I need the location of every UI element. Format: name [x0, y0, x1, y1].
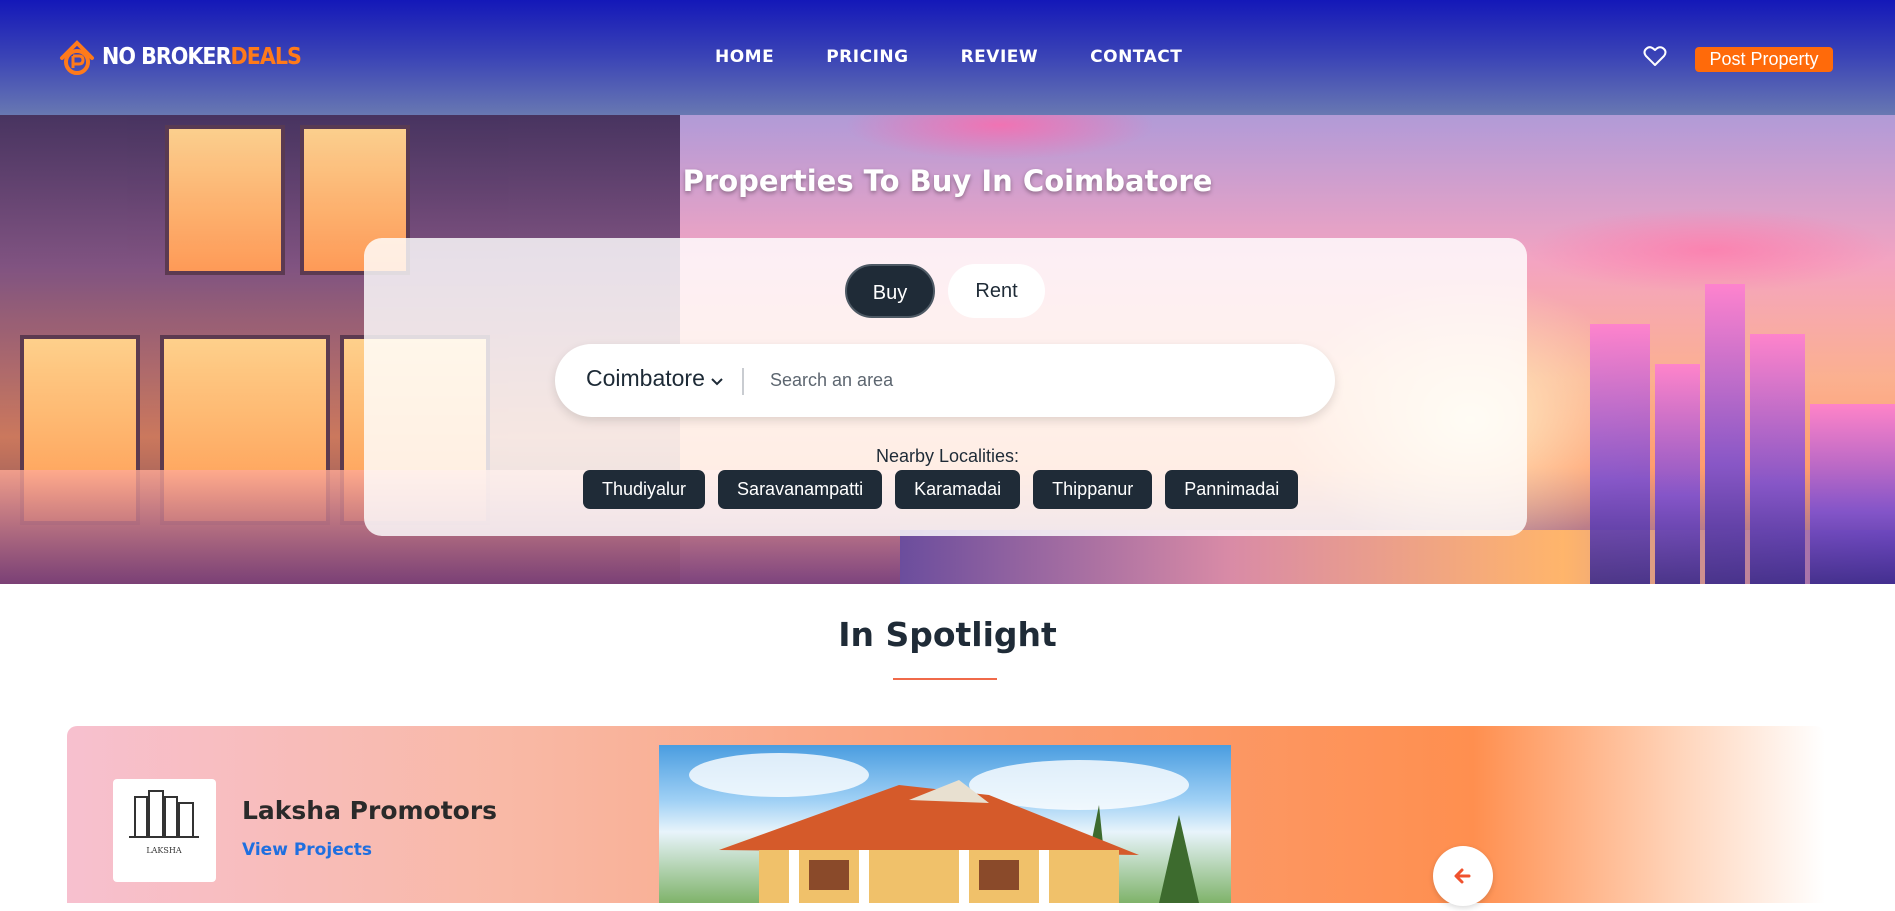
arrow-left-icon: [1454, 868, 1471, 884]
builder-logo: LAKSHA: [113, 779, 216, 882]
heading-underline: [893, 678, 997, 680]
logo-text: NO BROKERDEALS: [102, 44, 302, 70]
svg-text:LAKSHA: LAKSHA: [146, 846, 182, 855]
nav-review-link[interactable]: REVIEW: [961, 47, 1039, 67]
hero-skyline: [1810, 404, 1895, 584]
tab-rent[interactable]: Rent: [948, 264, 1045, 318]
tab-buy[interactable]: Buy: [845, 264, 935, 318]
carousel-prev-button[interactable]: [1433, 846, 1493, 906]
locality-chip-saravanampatti[interactable]: Saravanampatti: [718, 470, 883, 509]
chevron-down-icon: [711, 365, 723, 392]
view-projects-link[interactable]: View Projects: [242, 840, 372, 860]
nav-home-link[interactable]: HOME: [715, 47, 774, 67]
nearby-localities-label: Nearby Localities:: [875, 446, 1020, 466]
search-divider: [742, 368, 744, 395]
builder-name: Laksha Promotors: [242, 796, 498, 825]
hero-skyline: [1705, 284, 1745, 584]
city-select[interactable]: Coimbatore: [586, 365, 723, 392]
builder-logo-image: LAKSHA: [129, 790, 199, 855]
top-navbar: NO BROKERDEALS HOME PRICING REVIEW CONTA…: [0, 0, 1895, 115]
locality-chip-pannimadai[interactable]: Pannimadai: [1165, 470, 1299, 509]
locality-chip-thudiyalur[interactable]: Thudiyalur: [583, 470, 706, 509]
city-select-value: Coimbatore: [586, 365, 705, 391]
nav-pricing-link[interactable]: PRICING: [826, 47, 908, 67]
locality-chip-karamadai[interactable]: Karamadai: [895, 470, 1021, 509]
heart-icon[interactable]: [1643, 45, 1667, 67]
hero-skyline: [1655, 364, 1700, 584]
post-property-button[interactable]: Post Property: [1695, 47, 1833, 72]
main-menu: HOME PRICING REVIEW CONTACT: [715, 47, 1182, 67]
page-title: Properties To Buy In Coimbatore: [682, 164, 1213, 198]
site-logo[interactable]: NO BROKERDEALS: [58, 38, 302, 76]
nav-contact-link[interactable]: CONTACT: [1090, 47, 1182, 67]
spotlight-heading: In Spotlight: [838, 615, 1057, 654]
locality-chips: Thudiyalur Saravanampatti Karamadai Thip…: [583, 470, 1299, 509]
home-logo-icon: [58, 38, 96, 76]
search-area-input[interactable]: [770, 362, 1290, 398]
hero-water: [900, 530, 1895, 584]
locality-chip-thippanur[interactable]: Thippanur: [1033, 470, 1153, 509]
spotlight-property-image: [659, 745, 1231, 903]
